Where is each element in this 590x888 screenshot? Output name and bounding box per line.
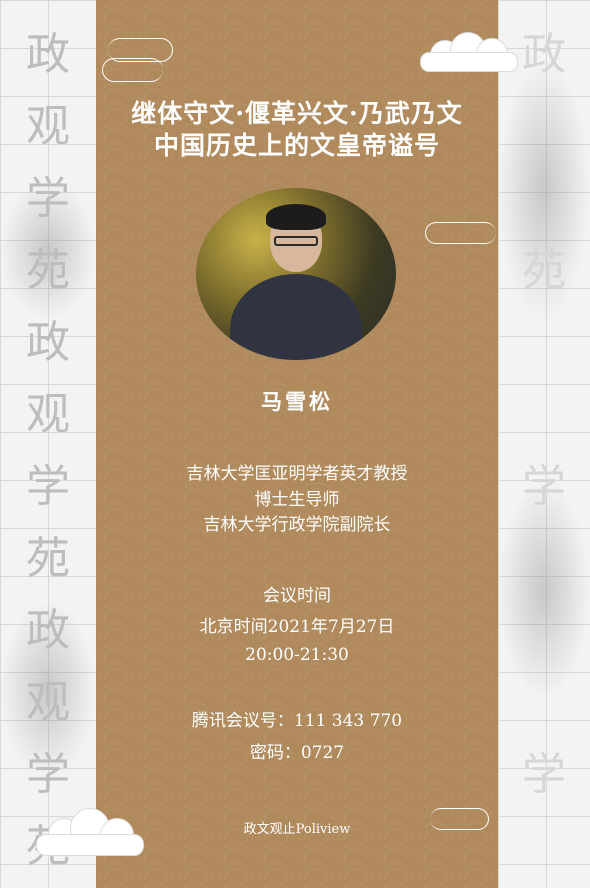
- side-char: 学: [26, 461, 70, 512]
- side-char: 学: [522, 461, 566, 512]
- side-char: 政: [26, 29, 70, 80]
- speaker-name: 马雪松: [261, 389, 333, 414]
- side-calligraphy: 政 苑 学 学: [498, 0, 590, 888]
- meeting-time: 20:00-21:30: [245, 645, 349, 665]
- speaker-portrait: [196, 188, 396, 360]
- side-char: 观: [26, 677, 70, 728]
- side-char: 观: [26, 101, 70, 152]
- speaker-title: 吉林大学行政学院副院长: [203, 515, 391, 535]
- speaker-title: 博士生导师: [254, 490, 340, 510]
- poster-title-line1: 继体守文·偃革兴文·乃武乃文: [131, 99, 463, 128]
- side-char: 学: [26, 173, 70, 224]
- meeting-label: 会议时间: [263, 586, 331, 606]
- side-char: 苑: [522, 245, 566, 296]
- side-char: 学: [26, 749, 70, 800]
- side-char: 政: [26, 317, 70, 368]
- side-char: 观: [26, 389, 70, 440]
- cloud-icon: [420, 30, 520, 76]
- poster-title-line2: 中国历史上的文皇帝谥号: [153, 131, 440, 160]
- left-paper-column: 政 观 学 苑 政 观 学 苑 政 观 学 苑: [0, 0, 96, 888]
- side-char: 学: [522, 749, 566, 800]
- side-calligraphy: 政 观 学 苑 政 观 学 苑 政 观 学 苑: [0, 0, 96, 888]
- tencent-meeting-id: 腾讯会议号：111 343 770: [191, 711, 403, 731]
- cloud-swirl-icon: [108, 38, 173, 62]
- speaker-title: 吉林大学匡亚明学者英才教授: [186, 464, 408, 484]
- cloud-swirl-icon: [425, 222, 496, 244]
- footer-brand: 政文观止Poliview: [243, 822, 351, 837]
- meeting-password: 密码：0727: [249, 743, 345, 763]
- right-paper-column: 政 苑 学 学: [498, 0, 590, 888]
- meeting-date: 北京时间2021年7月27日: [199, 617, 395, 637]
- side-char: 苑: [26, 533, 70, 584]
- side-char: 苑: [26, 245, 70, 296]
- side-char: 政: [26, 605, 70, 656]
